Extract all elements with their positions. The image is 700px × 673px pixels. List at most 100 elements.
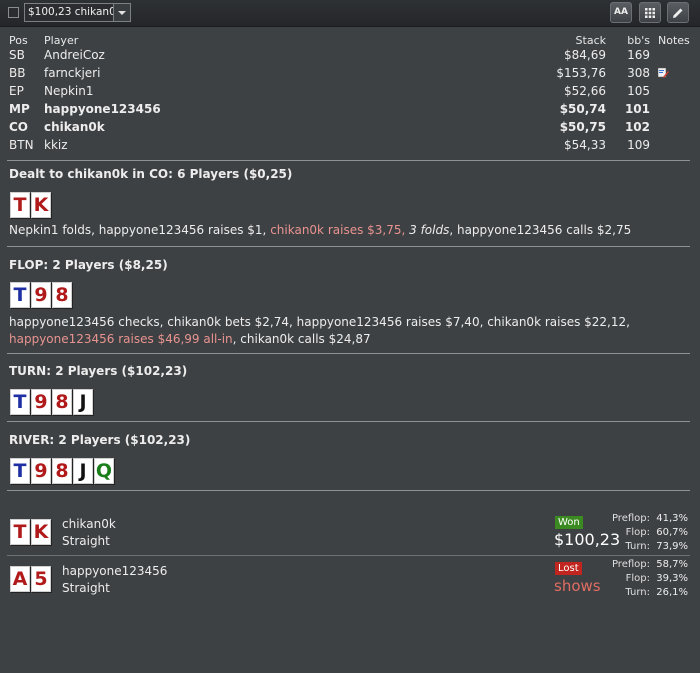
player-stack: $54,33: [564, 138, 606, 152]
equity-value: 73,9%: [656, 541, 688, 552]
equity-label: Turn:: [625, 541, 650, 552]
chevron-down-icon[interactable]: [113, 4, 130, 21]
player-stack: $84,69: [564, 48, 606, 62]
player-bbs: 308: [627, 66, 650, 80]
select-checkbox[interactable]: [8, 7, 19, 18]
player-stack: $50,75: [559, 120, 606, 134]
pencil-icon: [673, 8, 683, 18]
card: T: [10, 389, 30, 415]
card: K: [31, 192, 51, 218]
equity-label: Preflop:: [611, 513, 650, 524]
player-row[interactable]: SB AndreiCoz $84,69 169: [0, 46, 700, 64]
card: T: [10, 192, 30, 218]
preflop-title: Dealt to chikan0k in CO: 6 Players ($0,2…: [9, 167, 293, 181]
result-villain-cards: A5: [10, 566, 52, 592]
result-player-name: happyone123456: [62, 564, 168, 578]
card: 8: [52, 458, 72, 484]
player-pos: MP: [9, 102, 30, 116]
flop-cards: T98: [10, 282, 73, 308]
equity-label: Flop:: [625, 527, 650, 538]
shows-text: shows: [554, 577, 601, 595]
player-name: kkiz: [44, 138, 68, 152]
result-hero-cards: TK: [10, 519, 52, 545]
player-name: happyone123456: [44, 102, 161, 116]
font-size-button[interactable]: AA: [610, 2, 632, 23]
player-pos: EP: [9, 84, 24, 98]
equity-value: 41,3%: [656, 513, 688, 524]
result-hand-rank: Straight: [62, 534, 110, 548]
card: K: [31, 519, 51, 545]
hand-select-dropdown[interactable]: $100,23 chikan0k: [24, 3, 131, 22]
divider: [7, 160, 690, 161]
player-bbs: 101: [624, 102, 650, 116]
action-text: , chikan0k calls $24,87: [232, 332, 371, 346]
flop-title: FLOP: 2 Players ($8,25): [9, 258, 168, 272]
card: 9: [31, 282, 51, 308]
action-text: , happyone123456 calls $2,75: [449, 223, 632, 237]
equity-value: 39,3%: [656, 573, 688, 584]
card: J: [73, 389, 93, 415]
font-size-icon: AA: [614, 7, 628, 17]
player-name: AndreiCoz: [44, 48, 105, 62]
card: A: [10, 566, 30, 592]
villain-allin-text: happyone123456 raises $46,99 all-in: [9, 332, 233, 346]
edit-button[interactable]: [667, 2, 689, 23]
player-name: chikan0k: [44, 120, 105, 134]
divider: [7, 353, 690, 354]
player-pos: CO: [9, 120, 29, 134]
divider: [7, 421, 690, 422]
player-pos: BB: [9, 66, 26, 80]
player-pos: BTN: [9, 138, 34, 152]
equity-label: Turn:: [625, 587, 650, 598]
player-bbs: 109: [627, 138, 650, 152]
player-row[interactable]: BTN kkiz $54,33 109: [0, 136, 700, 154]
player-bbs: 169: [627, 48, 650, 62]
card: T: [10, 519, 30, 545]
equity-value: 60,7%: [656, 527, 688, 538]
preflop-actions: Nepkin1 folds, happyone123456 raises $1,…: [9, 222, 689, 239]
card: 9: [31, 458, 51, 484]
status-badge: Won: [555, 516, 583, 529]
result-player-name: chikan0k: [62, 517, 116, 531]
equity-value: 58,7%: [656, 559, 688, 570]
player-row[interactable]: BB farnckjeri $153,76 308: [0, 64, 700, 82]
player-bbs: 102: [624, 120, 650, 134]
player-name: farnckjeri: [44, 66, 101, 80]
card: 8: [52, 282, 72, 308]
grid-view-button[interactable]: [639, 2, 661, 23]
equity-value: 26,1%: [656, 587, 688, 598]
card: 5: [31, 566, 51, 592]
card: 9: [31, 389, 51, 415]
player-bbs: 105: [627, 84, 650, 98]
equity-label: Flop:: [625, 573, 650, 584]
player-stack: $50,74: [559, 102, 606, 116]
player-pos: SB: [9, 48, 25, 62]
folds-summary: 3 folds: [409, 223, 450, 237]
card: 8: [52, 389, 72, 415]
card: T: [10, 458, 30, 484]
result-hand-rank: Straight: [62, 581, 110, 595]
river-title: RIVER: 2 Players ($102,23): [9, 433, 191, 447]
action-text: happyone123456 checks, chikan0k bets $2,…: [9, 315, 630, 329]
hand-select-value: $100,23 chikan0k: [28, 6, 122, 18]
equity-label: Preflop:: [611, 559, 650, 570]
won-amount: $100,23: [554, 530, 621, 549]
player-name: Nepkin1: [44, 84, 94, 98]
player-stack: $52,66: [564, 84, 606, 98]
player-stack: $153,76: [556, 66, 606, 80]
flop-actions: happyone123456 checks, chikan0k bets $2,…: [9, 314, 689, 348]
turn-title: TURN: 2 Players ($102,23): [9, 364, 188, 378]
hero-action-text: chikan0k raises $3,75,: [270, 223, 410, 237]
divider: [7, 246, 690, 247]
preflop-cards: TK: [10, 192, 52, 218]
divider: [7, 555, 690, 556]
river-cards: T98JQ: [10, 458, 115, 484]
status-badge: Lost: [555, 562, 582, 575]
player-row[interactable]: CO chikan0k $50,75 102: [0, 118, 700, 136]
note-icon[interactable]: [658, 67, 669, 78]
action-text: Nepkin1 folds, happyone123456 raises $1,: [9, 223, 271, 237]
player-row[interactable]: EP Nepkin1 $52,66 105: [0, 82, 700, 100]
turn-cards: T98J: [10, 389, 94, 415]
player-row[interactable]: MP happyone123456 $50,74 101: [0, 100, 700, 118]
divider: [7, 490, 690, 491]
